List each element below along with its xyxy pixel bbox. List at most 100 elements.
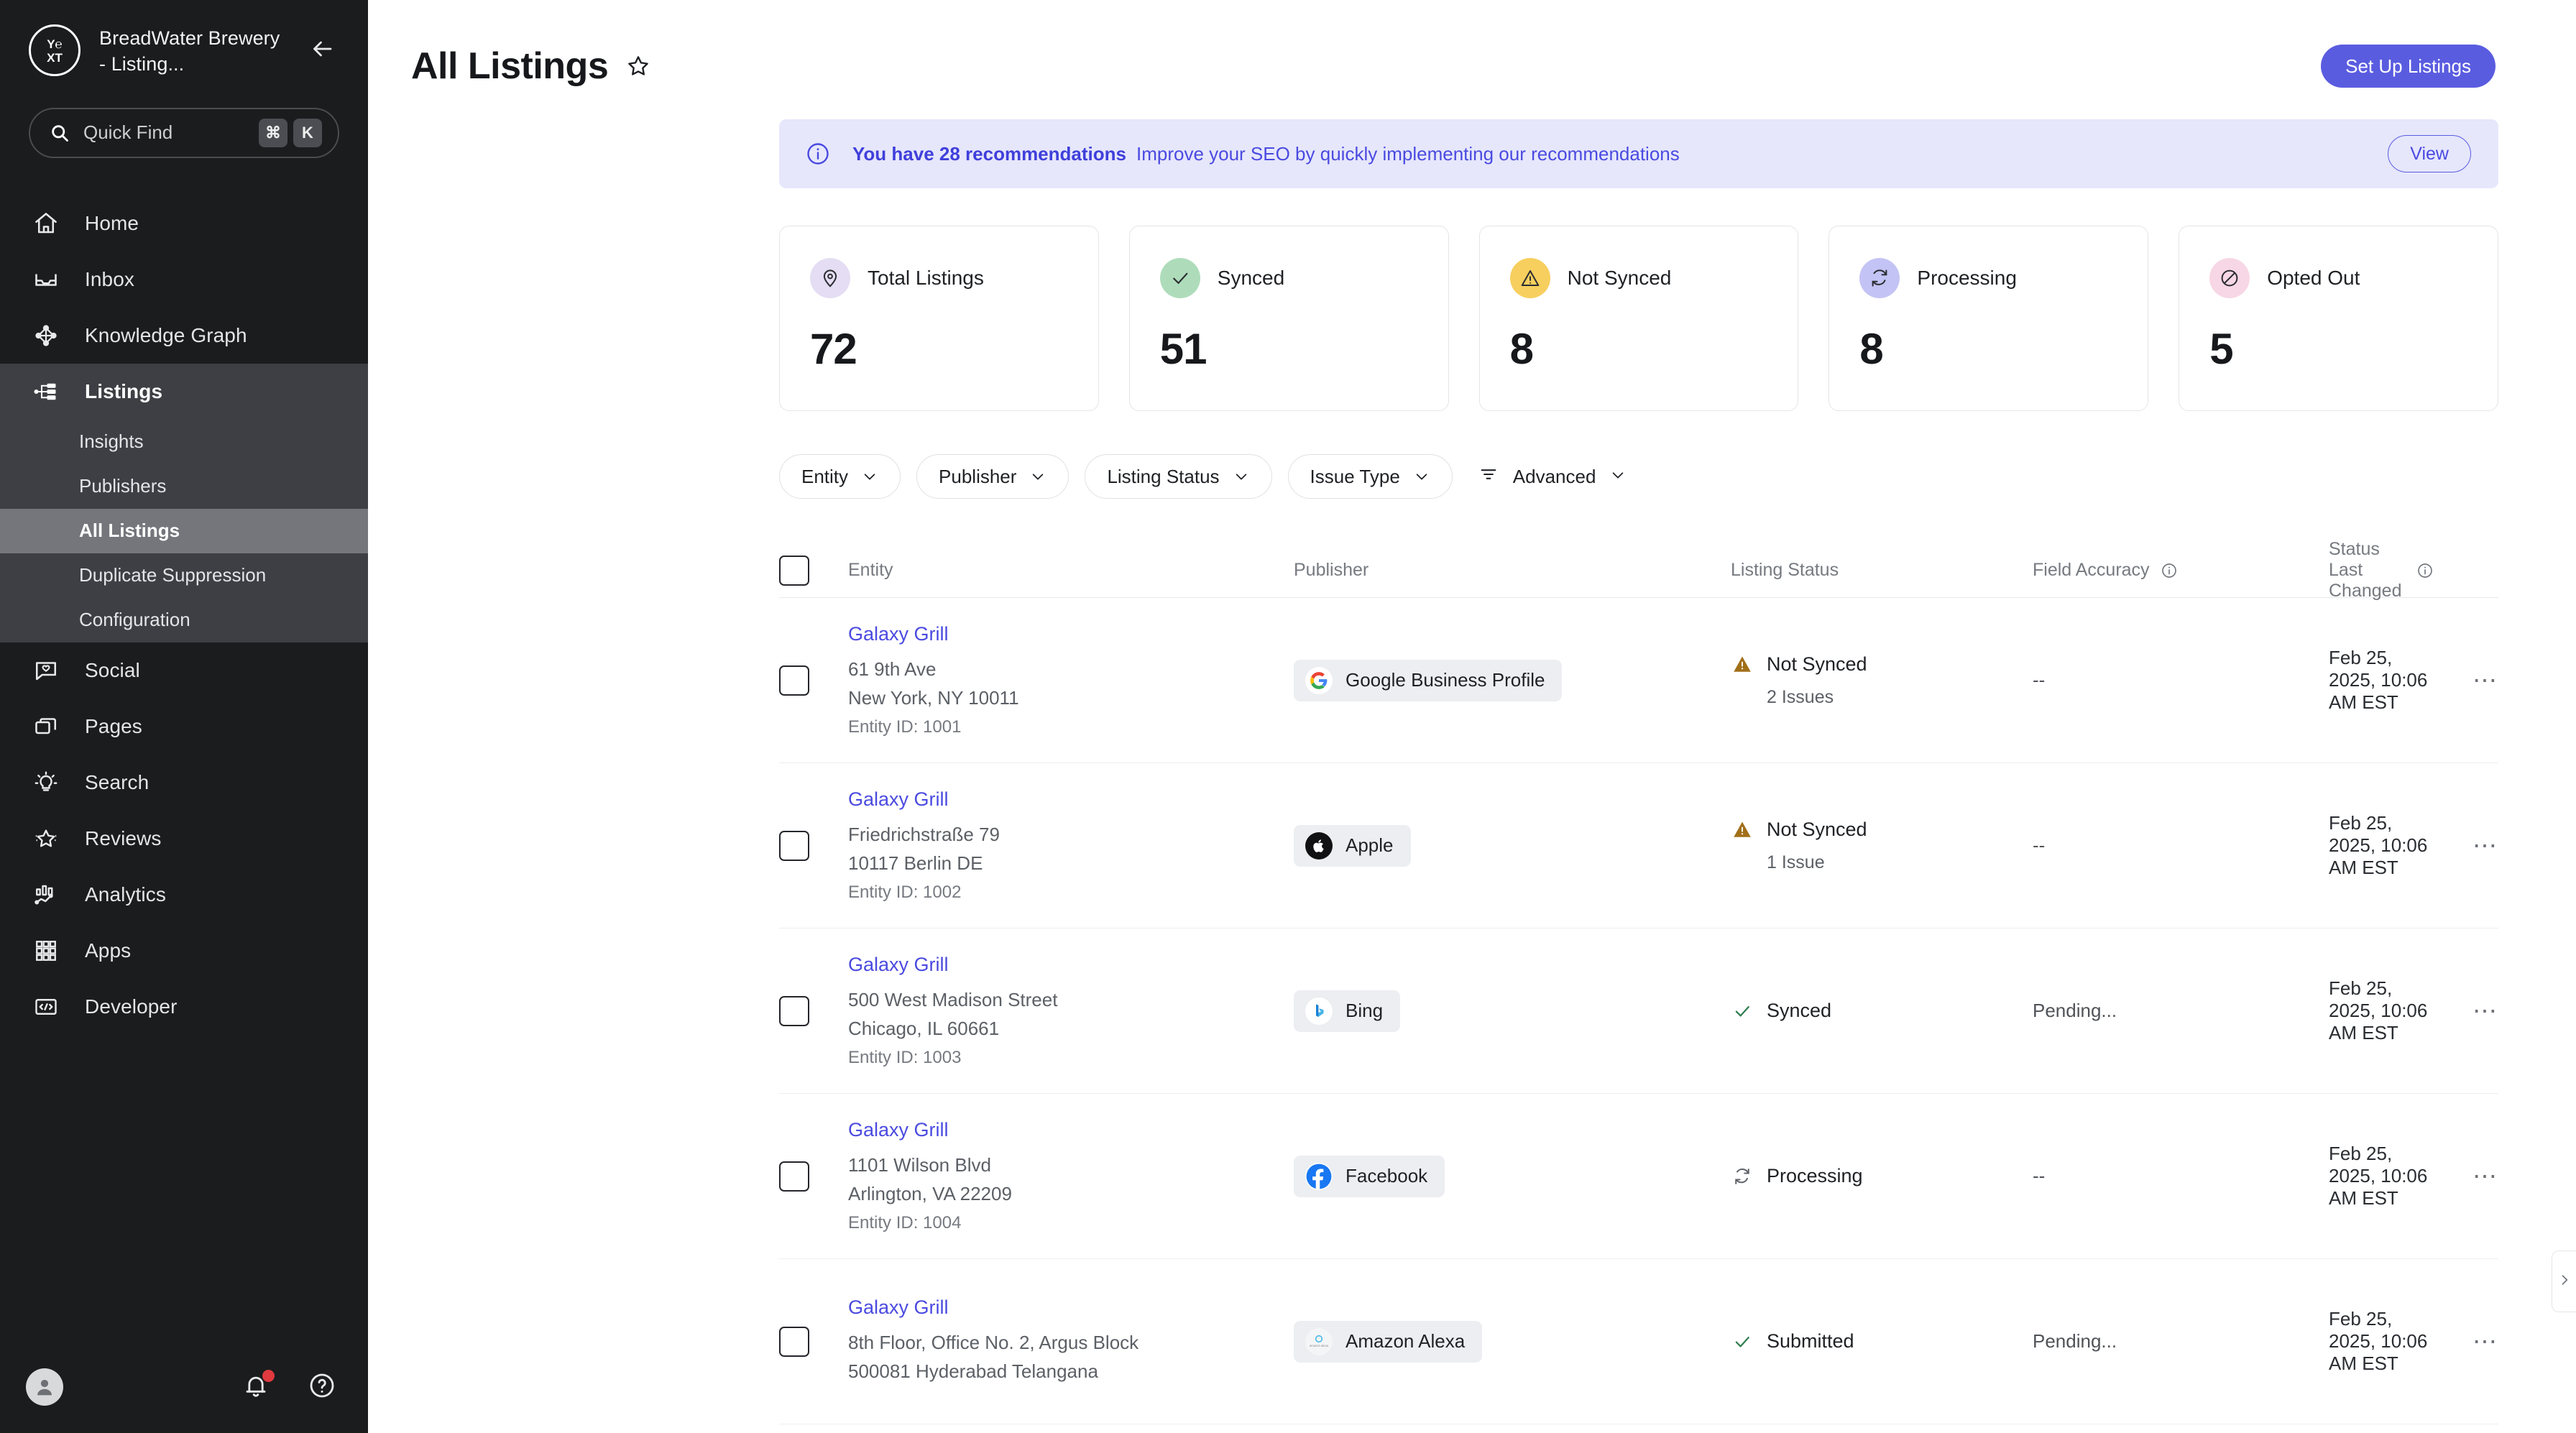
kebab-menu-icon[interactable]: ⋯	[2434, 666, 2498, 695]
entity-link[interactable]: Galaxy Grill	[848, 1296, 1279, 1319]
sidebar-item-analytics[interactable]: Analytics	[0, 867, 368, 923]
publisher-badge[interactable]: amazon alexa Amazon Alexa	[1294, 1320, 1483, 1363]
stat-card-label: Total Listings	[868, 267, 984, 289]
row-checkbox[interactable]	[779, 665, 809, 696]
kebab-menu-icon[interactable]: ⋯	[2434, 997, 2498, 1026]
entity-link[interactable]: Galaxy Grill	[848, 954, 1279, 976]
sidebar-item-label: Analytics	[85, 883, 166, 906]
stat-card-total-listings[interactable]: Total Listings 72	[779, 226, 1099, 411]
help-circle-icon[interactable]	[308, 1371, 336, 1404]
filter-issue-type[interactable]: Issue Type	[1287, 454, 1453, 499]
search-input[interactable]: Quick Find ⌘ K	[29, 107, 339, 158]
sidebar-brand[interactable]: Y℮ XT BreadWater Brewery - Listing...	[0, 0, 368, 78]
table-header-row: Entity Publisher Listing Status Field Ac…	[779, 539, 2498, 601]
publisher-badge[interactable]: Bing	[1294, 990, 1401, 1032]
stat-card-value: 5	[2209, 325, 2233, 373]
sidebar-item-duplicate-suppression[interactable]: Duplicate Suppression	[0, 553, 368, 598]
row-checkbox[interactable]	[779, 830, 809, 861]
status-issues[interactable]: 2 Issues	[1767, 687, 2033, 708]
sidebar-item-developer[interactable]: Developer	[0, 979, 368, 1035]
column-header-status-last-changed[interactable]: Status Last Changed	[2329, 539, 2434, 602]
sidebar-item-reviews[interactable]: Reviews	[0, 811, 368, 867]
set-up-listings-button[interactable]: Set Up Listings	[2321, 45, 2496, 88]
chevron-left-icon	[2557, 1273, 2572, 1291]
table-row[interactable]: Galaxy Grill 500 West Madison Street Chi…	[779, 929, 2498, 1094]
kebab-menu-icon[interactable]: ⋯	[2434, 1327, 2498, 1356]
side-panel-toggle[interactable]	[2552, 1250, 2576, 1312]
sidebar-item-label: Developer	[85, 995, 178, 1018]
field-accuracy-cell: --	[2033, 669, 2046, 691]
sidebar-item-insights[interactable]: Insights	[0, 420, 368, 464]
arrow-left-icon[interactable]	[305, 32, 339, 66]
check-icon	[1731, 1330, 1754, 1353]
table-row[interactable]: Galaxy Grill 1101 Wilson Blvd Arlington,…	[779, 1094, 2498, 1259]
sidebar-item-all-listings[interactable]: All Listings	[0, 508, 368, 553]
sidebar-item-home[interactable]: Home	[0, 195, 368, 252]
kebab-menu-icon[interactable]: ⋯	[2434, 831, 2498, 860]
row-select-cell	[779, 1326, 848, 1357]
warning-triangle-icon	[1731, 653, 1754, 676]
filter-bar: Entity Publisher Listing Status Issue Ty…	[779, 454, 2576, 499]
entity-id: Entity ID: 1003	[848, 1047, 962, 1067]
row-checkbox[interactable]	[779, 1161, 809, 1192]
stat-card-processing[interactable]: Processing 8	[1828, 226, 2149, 411]
sidebar-item-listings[interactable]: Listings	[0, 364, 368, 420]
column-header-label: Field Accuracy	[2033, 560, 2150, 580]
table-row[interactable]: Galaxy Grill 61 9th Ave New York, NY 100…	[779, 598, 2498, 763]
filter-entity[interactable]: Entity	[779, 454, 901, 499]
filter-listing-status[interactable]: Listing Status	[1085, 454, 1272, 499]
status-label: Processing	[1767, 1165, 1863, 1187]
info-circle-icon	[804, 139, 832, 168]
view-recommendations-button[interactable]: View	[2388, 135, 2471, 172]
bell-icon[interactable]	[242, 1370, 275, 1403]
column-header-listing-status[interactable]: Listing Status	[1731, 560, 2033, 581]
entity-link[interactable]: Galaxy Grill	[848, 788, 1279, 811]
sidebar-subitem-label: Duplicate Suppression	[79, 564, 267, 586]
publisher-badge[interactable]: Apple	[1294, 824, 1411, 867]
stat-card-opted-out[interactable]: Opted Out 5	[2179, 226, 2498, 411]
stat-card-not-synced[interactable]: Not Synced 8	[1478, 226, 1799, 411]
column-header-publisher[interactable]: Publisher	[1294, 560, 1731, 581]
status-issues[interactable]: 1 Issue	[1767, 852, 2033, 873]
entity-link[interactable]: Galaxy Grill	[848, 1119, 1279, 1141]
sidebar-item-search[interactable]: Search	[0, 755, 368, 811]
stat-card-synced[interactable]: Synced 51	[1128, 226, 1449, 411]
user-avatar-icon[interactable]	[26, 1368, 63, 1406]
shortcut-cmd-key: ⌘	[259, 118, 288, 147]
entity-id: Entity ID: 1002	[848, 882, 962, 902]
sidebar-item-social[interactable]: Social	[0, 642, 368, 699]
shortcut-k-key: K	[293, 118, 322, 147]
publisher-badge[interactable]: Google Business Profile	[1294, 659, 1563, 701]
column-header-field-accuracy[interactable]: Field Accuracy	[2033, 560, 2329, 581]
sidebar-item-label: Knowledge Graph	[85, 323, 247, 346]
filter-publisher[interactable]: Publisher	[916, 454, 1070, 499]
sidebar-item-publishers[interactable]: Publishers	[0, 464, 368, 509]
listing-status-cell: Processing	[1731, 1165, 2033, 1188]
stat-card-value: 72	[810, 325, 857, 373]
select-all-checkbox[interactable]	[779, 555, 809, 586]
info-circle-icon[interactable]	[2416, 561, 2434, 580]
stat-card-label: Synced	[1217, 267, 1285, 289]
star-outline-icon[interactable]	[624, 52, 653, 80]
kebab-menu-icon[interactable]: ⋯	[2434, 1162, 2498, 1191]
filter-lines-icon	[1478, 464, 1499, 489]
sidebar-item-configuration[interactable]: Configuration	[0, 598, 368, 642]
stat-card-header: Not Synced	[1509, 258, 1770, 298]
advanced-filter-button[interactable]: Advanced	[1478, 464, 1627, 489]
row-checkbox[interactable]	[779, 1326, 809, 1357]
table-row[interactable]: Galaxy Grill Friedrichstraße 79 10117 Be…	[779, 763, 2498, 929]
sidebar-item-inbox[interactable]: Inbox	[0, 252, 368, 308]
sidebar-item-knowledge-graph[interactable]: Knowledge Graph	[0, 308, 368, 364]
sidebar-item-apps[interactable]: Apps	[0, 923, 368, 979]
table-row[interactable]: Galaxy Grill 8th Floor, Office No. 2, Ar…	[779, 1259, 2498, 1424]
entity-address-line-2: 10117 Berlin DE	[848, 852, 983, 874]
column-header-entity[interactable]: Entity	[848, 560, 1294, 581]
publisher-badge[interactable]: Facebook	[1294, 1155, 1445, 1197]
check-icon	[1731, 1000, 1754, 1023]
sidebar-item-pages[interactable]: Pages	[0, 699, 368, 755]
row-checkbox[interactable]	[779, 995, 809, 1026]
sidebar-subitem-label: Publishers	[79, 475, 167, 497]
search-icon	[49, 122, 70, 144]
entity-link[interactable]: Galaxy Grill	[848, 623, 1279, 645]
info-circle-icon[interactable]	[2160, 561, 2179, 580]
